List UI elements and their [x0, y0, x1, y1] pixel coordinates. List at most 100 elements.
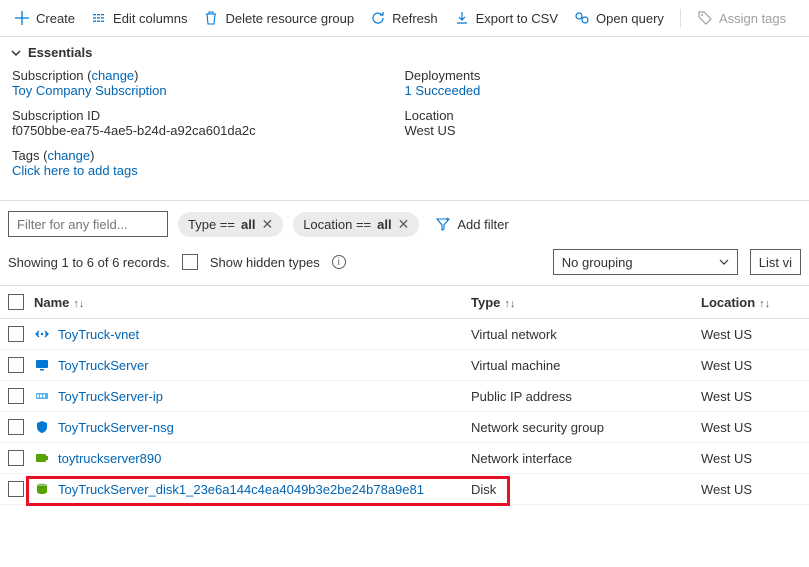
edit-columns-label: Edit columns [113, 11, 187, 26]
resource-name-link[interactable]: ToyTruckServer-ip [58, 389, 163, 404]
location-filter-pill[interactable]: Location == all ✕ [293, 212, 419, 237]
export-csv-button[interactable]: Export to CSV [448, 6, 564, 30]
subscription-id-value: f0750bbe-ea75-4ae5-b24d-a92ca601da2c [12, 123, 256, 138]
type-filter-pill[interactable]: Type == all ✕ [178, 212, 283, 237]
grouping-value: No grouping [562, 255, 633, 270]
edit-columns-button[interactable]: Edit columns [85, 6, 193, 30]
resource-type: Network security group [471, 420, 701, 435]
filter-icon: + [435, 216, 451, 232]
create-button[interactable]: Create [8, 6, 81, 30]
resource-type: Virtual machine [471, 358, 701, 373]
columns-icon [91, 10, 107, 26]
chevron-down-icon [719, 257, 729, 267]
close-icon[interactable]: ✕ [398, 216, 410, 233]
location-value: West US [405, 123, 456, 138]
table-row: ToyTruckServer-ip Public IP address West… [0, 381, 809, 412]
delete-rg-label: Delete resource group [225, 11, 354, 26]
deployments-label: Deployments [405, 68, 481, 83]
tags-label: Tags [12, 148, 39, 163]
row-checkbox[interactable] [8, 450, 24, 466]
sort-icon: ↑↓ [504, 298, 515, 310]
filter-bar: Type == all ✕ Location == all ✕ + Add fi… [0, 201, 809, 243]
row-checkbox[interactable] [8, 388, 24, 404]
assign-tags-label: Assign tags [719, 11, 786, 26]
resource-location: West US [701, 482, 801, 497]
resource-type: Public IP address [471, 389, 701, 404]
sort-icon: ↑↓ [759, 298, 770, 310]
tag-icon [697, 10, 713, 26]
table-row: toytruckserver890 Network interface West… [0, 443, 809, 474]
nic-icon [34, 450, 50, 466]
table-row: ToyTruckServer Virtual machine West US [0, 350, 809, 381]
deployments-link[interactable]: 1 Succeeded [405, 83, 481, 98]
table-row: ToyTruckServer_disk1_23e6a144c4ea4049b3e… [0, 474, 809, 505]
resource-name-link[interactable]: ToyTruckServer_disk1_23e6a144c4ea4049b3e… [58, 482, 424, 497]
location-filter-prefix: Location == [303, 217, 371, 232]
resource-name-link[interactable]: ToyTruckServer [58, 358, 149, 373]
type-filter-value: all [241, 217, 255, 232]
essentials-panel: Subscription (change) Toy Company Subscr… [0, 68, 809, 201]
resource-location: West US [701, 451, 801, 466]
essentials-toggle[interactable]: Essentials [0, 37, 809, 68]
resource-name-link[interactable]: toytruckserver890 [58, 451, 161, 466]
command-bar: Create Edit columns Delete resource grou… [0, 0, 809, 37]
subscription-name-link[interactable]: Toy Company Subscription [12, 83, 167, 98]
grouping-select[interactable]: No grouping [553, 249, 738, 275]
ip-icon [34, 388, 50, 404]
resource-list: ToyTruck-vnet Virtual network West US To… [0, 319, 809, 505]
show-hidden-checkbox[interactable] [182, 254, 198, 270]
resource-type: Virtual network [471, 327, 701, 342]
select-all-checkbox[interactable] [8, 294, 24, 310]
resource-location: West US [701, 389, 801, 404]
column-type[interactable]: Type↑↓ [471, 295, 701, 310]
resource-type: Network interface [471, 451, 701, 466]
plus-icon [14, 10, 30, 26]
row-checkbox[interactable] [8, 326, 24, 342]
resource-name-link[interactable]: ToyTruck-vnet [58, 327, 139, 342]
export-csv-label: Export to CSV [476, 11, 558, 26]
svg-text:+: + [445, 216, 450, 224]
vnet-icon [34, 326, 50, 342]
type-filter-prefix: Type == [188, 217, 235, 232]
location-label: Location [405, 108, 454, 123]
add-filter-label: Add filter [457, 217, 508, 232]
table-header: Name↑↓ Type↑↓ Location↑↓ [0, 285, 809, 319]
subscription-change-link[interactable]: change [92, 68, 135, 83]
vm-icon [34, 357, 50, 373]
controls-row: Showing 1 to 6 of 6 records. Show hidden… [0, 243, 809, 285]
add-filter-button[interactable]: + Add filter [429, 212, 514, 236]
resource-type: Disk [471, 482, 701, 497]
resource-location: West US [701, 420, 801, 435]
resource-location: West US [701, 327, 801, 342]
column-name[interactable]: Name↑↓ [34, 295, 471, 310]
create-label: Create [36, 11, 75, 26]
assign-tags-button: Assign tags [691, 6, 792, 30]
list-view-button[interactable]: List vi [750, 249, 801, 275]
separator [680, 9, 681, 27]
disk-icon [34, 481, 50, 497]
refresh-icon [370, 10, 386, 26]
filter-input[interactable] [8, 211, 168, 237]
row-checkbox[interactable] [8, 419, 24, 435]
subscription-label: Subscription [12, 68, 84, 83]
resource-name-link[interactable]: ToyTruckServer-nsg [58, 420, 174, 435]
chevron-down-icon [10, 47, 22, 59]
delete-rg-button[interactable]: Delete resource group [197, 6, 360, 30]
essentials-label: Essentials [28, 45, 92, 60]
refresh-label: Refresh [392, 11, 438, 26]
refresh-button[interactable]: Refresh [364, 6, 444, 30]
resource-location: West US [701, 358, 801, 373]
tags-change-link[interactable]: change [47, 148, 90, 163]
open-query-button[interactable]: Open query [568, 6, 670, 30]
nsg-icon [34, 419, 50, 435]
list-view-label: List vi [759, 255, 792, 270]
close-icon[interactable]: ✕ [261, 216, 273, 233]
row-checkbox[interactable] [8, 481, 24, 497]
table-row: ToyTruckServer-nsg Network security grou… [0, 412, 809, 443]
record-count: Showing 1 to 6 of 6 records. [8, 255, 170, 270]
tags-add-link[interactable]: Click here to add tags [12, 163, 138, 178]
column-location[interactable]: Location↑↓ [701, 295, 801, 310]
info-icon[interactable]: i [332, 255, 346, 269]
sort-icon: ↑↓ [73, 298, 84, 310]
row-checkbox[interactable] [8, 357, 24, 373]
